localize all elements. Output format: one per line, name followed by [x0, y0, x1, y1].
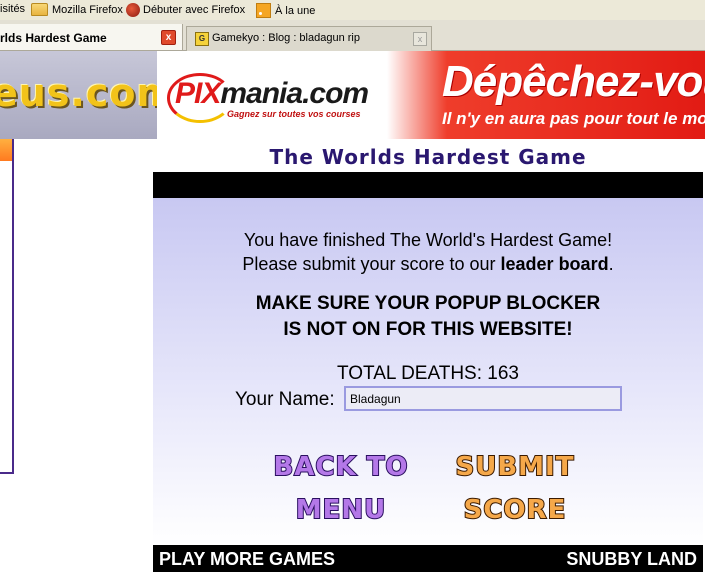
back-button-line1: BACK TO [272, 451, 409, 483]
close-icon[interactable]: x [161, 30, 176, 45]
game-title: The Worlds Hardest Game [269, 145, 587, 169]
tab-gamekyo-blog[interactable]: G Gamekyo : Blog : bladagun rip x [186, 26, 432, 51]
brand-pix: PIX [175, 77, 221, 110]
submit-button-line1: SUBMIT [455, 451, 575, 483]
gamekyo-favicon-icon: G [195, 32, 209, 46]
bookmark-label: Mozilla Firefox [52, 3, 123, 16]
firefox-icon [126, 3, 140, 17]
finish-message: You have finished The World's Hardest Ga… [243, 230, 613, 250]
bookmark-mozilla-firefox[interactable]: Mozilla Firefox [31, 3, 123, 16]
play-more-games-link[interactable]: PLAY MORE GAMES [159, 549, 335, 570]
tab-title: Gamekyo : Blog : bladagun rip [212, 32, 360, 44]
site-logo[interactable]: eus.com [0, 51, 157, 139]
submit-button-line2: SCORE [463, 494, 567, 526]
game-screen: You have finished The World's Hardest Ga… [153, 198, 703, 545]
bookmark-label: isités [0, 3, 26, 15]
popup-warning-line2: IS NOT ON FOR THIS WEBSITE! [283, 319, 573, 340]
tab-worlds-hardest-game[interactable]: rlds Hardest Game x [0, 24, 183, 50]
popup-warning-line1: MAKE SURE YOUR POPUP BLOCKER [255, 293, 601, 314]
snubby-land-link[interactable]: SNUBBY LAND [566, 549, 697, 570]
submit-score-button[interactable]: SUBMIT SCORE [435, 446, 595, 532]
leader-board-text: leader board [500, 254, 609, 274]
folder-icon [31, 3, 48, 16]
submit-instructions: Please submit your score to our leader b… [153, 254, 703, 275]
pixmania-brand: PIXmania.com [175, 77, 369, 111]
back-to-menu-button[interactable]: BACK TO MENU [261, 446, 421, 532]
name-input[interactable] [344, 386, 622, 411]
ad-subline: Il n'y en aura pas pour tout le monde [442, 109, 705, 128]
bookmark-label: À la une [275, 4, 316, 17]
game-frame: You have finished The World's Hardest Ga… [153, 172, 703, 572]
site-logo-text: eus.com [0, 71, 157, 115]
bookmark-a-la-une[interactable]: À la une [256, 3, 315, 18]
instructions-period: . [608, 254, 614, 274]
page-banner: eus.com PIXmania.com Gagnez sur toutes v… [0, 51, 705, 139]
bookmark-most-visited[interactable]: isités [0, 3, 25, 15]
bookmark-debuter-avec-firefox[interactable]: Débuter avec Firefox [126, 3, 245, 17]
tab-bar: rlds Hardest Game x G Gamekyo : Blog : b… [0, 20, 705, 51]
pixmania-tagline: Gagnez sur toutes vos courses [227, 109, 361, 119]
game-footer: PLAY MORE GAMES SNUBBY LAND [153, 545, 703, 572]
tab-title: rlds Hardest Game [0, 31, 107, 45]
sidebar-header-stripe [0, 139, 12, 161]
bookmarks-toolbar: isités Mozilla Firefox Débuter avec Fire… [0, 0, 705, 20]
rss-icon [256, 3, 271, 18]
ad-headline: Dépêchez-vous ! [442, 57, 705, 106]
pixmania-logo: PIXmania.com Gagnez sur toutes vos cours… [167, 73, 377, 123]
pixmania-ad-banner[interactable]: PIXmania.com Gagnez sur toutes vos cours… [157, 51, 705, 139]
close-icon[interactable]: x [413, 32, 427, 46]
total-deaths: TOTAL DEATHS: 163 [337, 363, 519, 384]
instructions-text: Please submit your score to our [242, 254, 501, 274]
left-sidebar [0, 139, 14, 474]
back-button-line2: MENU [295, 494, 387, 526]
name-label: Your Name: [235, 389, 335, 410]
brand-rest: mania.com [220, 77, 369, 110]
bookmark-label: Débuter avec Firefox [143, 4, 246, 16]
